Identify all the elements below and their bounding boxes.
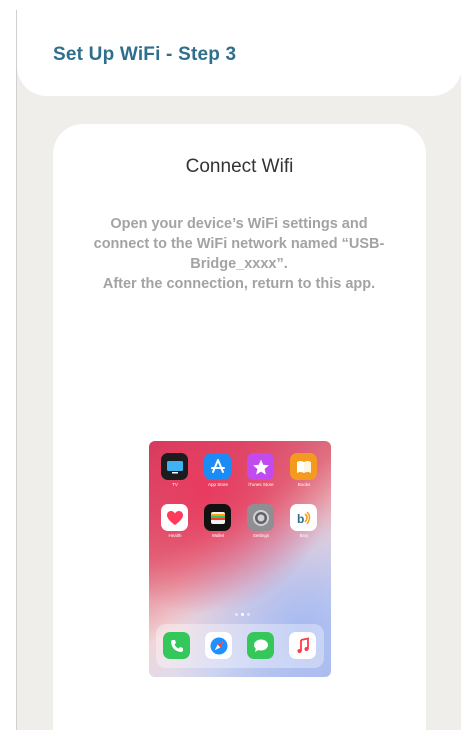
safari-icon [205,632,232,659]
app-store-icon [204,453,231,480]
health-icon [161,504,188,531]
card-title: Connect Wifi [185,156,294,177]
page-dot [240,613,244,616]
page-dot [246,613,250,616]
settings-icon [247,504,274,531]
app-label: Wallet [211,533,225,538]
wallet-icon [204,504,231,531]
header: Set Up WiFi - Step 3 [17,10,461,96]
screen: Set Up WiFi - Step 3 Connect Wifi Open y… [16,10,461,730]
books-icon [290,453,317,480]
page-indicator [227,613,257,617]
app-label: TV [172,482,178,487]
app-label: Bioy [299,533,309,538]
music-icon [289,632,316,659]
app-label: Books [297,482,311,487]
instruction-line: Open your device’s WiFi settings and [110,216,368,232]
tv-icon [161,453,188,480]
app-label: Settings [252,533,270,538]
bioy-icon: b [290,504,317,531]
instruction-line: Bridge_xxxx”. [190,256,288,272]
instruction-line: connect to the WiFi network named “USB- [93,236,385,252]
itunes-store-icon [247,453,274,480]
page-dot [234,613,238,616]
app-label: App Store [207,482,228,487]
phone-icon [163,632,190,659]
dock [156,624,324,668]
instruction-line: After the connection, return to this app… [102,276,376,292]
phone-home-screen-illustration: TV App Store iTunes Store Books Health W… [149,441,331,677]
app-label: Health [168,533,182,538]
app-label: iTunes Store [248,482,274,487]
page-title: Set Up WiFi - Step 3 [53,44,237,65]
svg-text:b: b [297,512,304,526]
connect-wifi-card: Connect Wifi Open your device’s WiFi set… [53,124,426,730]
messages-icon [247,632,274,659]
instructions-text: Open your device’s WiFi settings and con… [69,214,409,294]
